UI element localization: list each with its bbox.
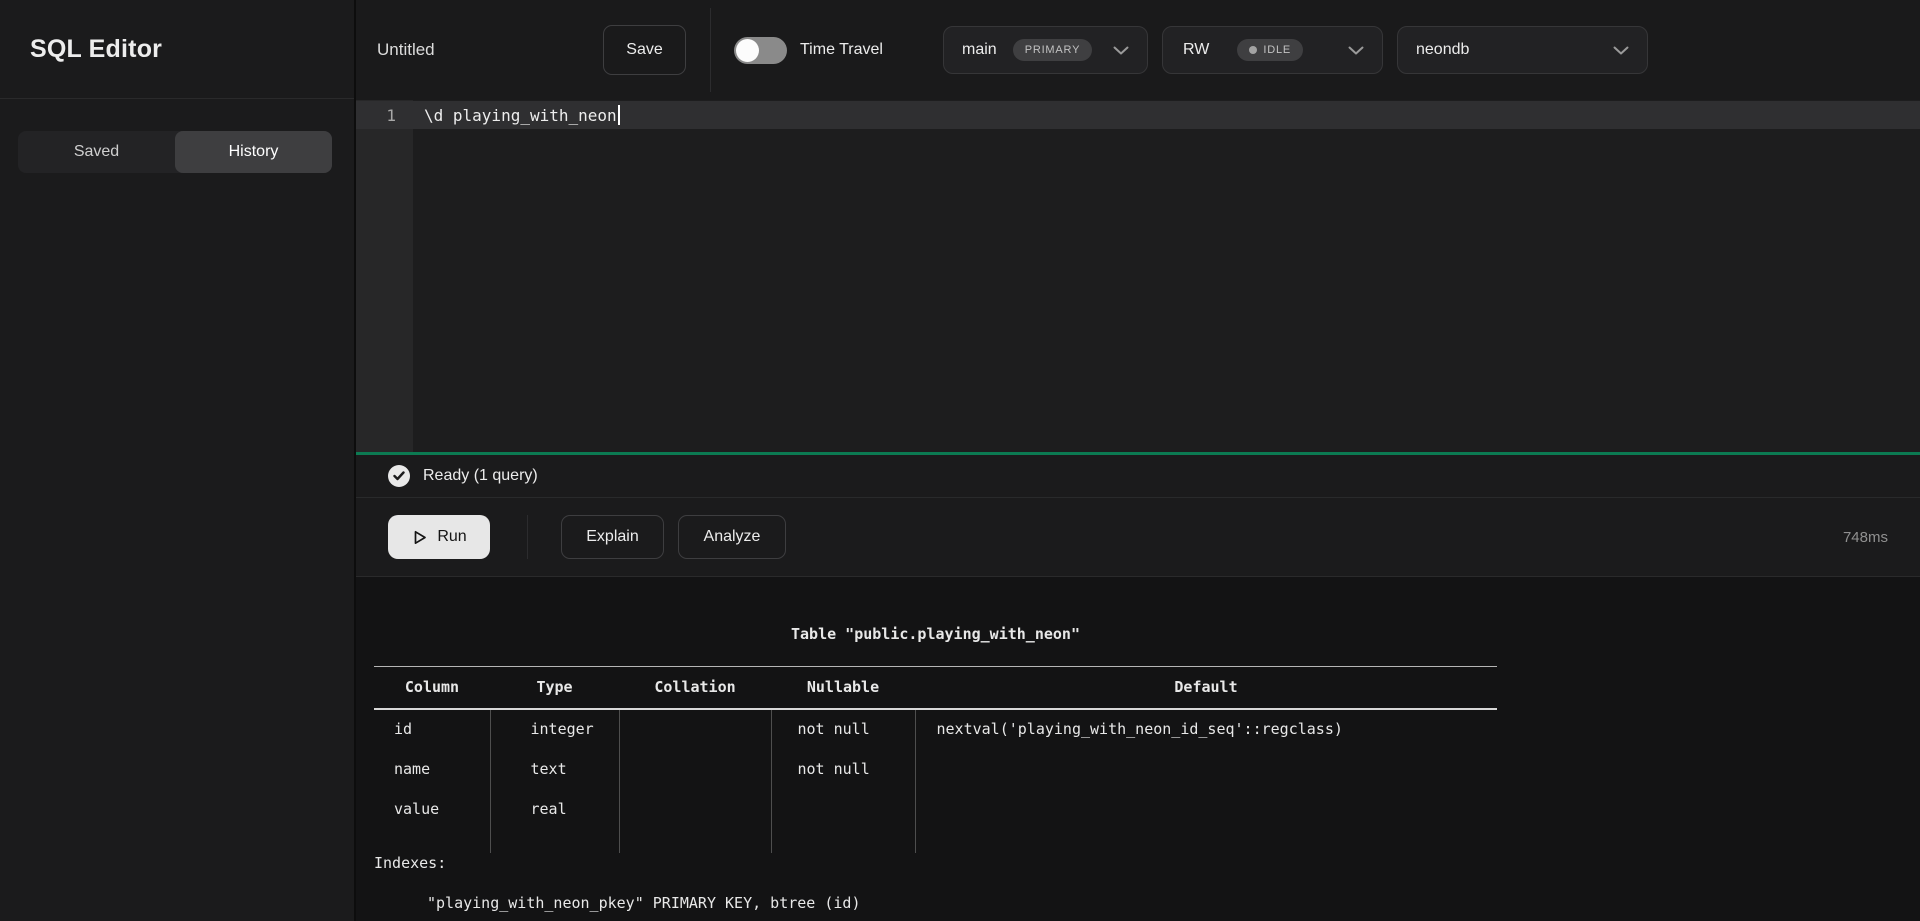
run-button[interactable]: Run [388, 515, 490, 559]
database-selector[interactable]: neondb [1397, 26, 1648, 74]
column-header: Default [915, 667, 1497, 709]
table-row: name text not null [374, 749, 1497, 789]
chevron-down-icon [1113, 46, 1129, 55]
text-cursor [618, 105, 620, 125]
time-travel-toggle[interactable] [734, 37, 787, 64]
check-circle-icon [388, 465, 410, 487]
explain-button[interactable]: Explain [561, 515, 664, 559]
result-table: Column Type Collation Nullable Default i… [374, 666, 1497, 853]
table-cell: value [374, 789, 490, 829]
table-cell: id [374, 709, 490, 749]
table-filler-row [374, 829, 1497, 853]
analyze-button[interactable]: Analyze [678, 515, 786, 559]
column-header: Type [490, 667, 619, 709]
main-panel: Untitled Save Time Travel main PRIMARY R… [354, 0, 1920, 921]
table-cell: real [490, 789, 619, 829]
chevron-down-icon [1348, 46, 1364, 55]
query-duration: 748ms [1843, 529, 1888, 546]
saved-history-tabs: Saved History [18, 131, 332, 173]
result-table-title: Table "public.playing_with_neon" [374, 624, 1497, 644]
branch-selector[interactable]: main PRIMARY [943, 26, 1148, 74]
code-text: \d playing_with_neon [424, 106, 617, 125]
results-panel: Table "public.playing_with_neon" Column … [356, 577, 1920, 921]
table-row: id integer not null nextval('playing_wit… [374, 709, 1497, 749]
compute-status-badge: IDLE [1237, 39, 1303, 61]
table-cell [619, 709, 771, 749]
table-cell [771, 789, 915, 829]
line-number: 1 [356, 106, 413, 125]
table-cell: not null [771, 749, 915, 789]
query-title: Untitled [377, 0, 435, 100]
table-cell: name [374, 749, 490, 789]
column-header: Collation [619, 667, 771, 709]
branch-name: main [962, 41, 997, 59]
sidebar: SQL Editor Saved History [0, 0, 354, 921]
chevron-down-icon [1613, 46, 1629, 55]
tab-history[interactable]: History [175, 131, 332, 173]
run-label: Run [437, 528, 466, 546]
compute-status: IDLE [1263, 44, 1291, 56]
table-cell: not null [771, 709, 915, 749]
table-row: value real [374, 789, 1497, 829]
sidebar-header: SQL Editor [0, 0, 354, 99]
save-button[interactable]: Save [603, 25, 686, 75]
table-cell: text [490, 749, 619, 789]
status-message: Ready (1 query) [423, 467, 538, 485]
table-cell [915, 789, 1497, 829]
time-travel-label: Time Travel [800, 0, 883, 100]
branch-primary-badge: PRIMARY [1013, 39, 1093, 61]
column-header: Nullable [771, 667, 915, 709]
tab-saved[interactable]: Saved [18, 131, 175, 173]
index-entry: "playing_with_neon_pkey" PRIMARY KEY, bt… [427, 893, 1920, 913]
table-header-row: Column Type Collation Nullable Default [374, 667, 1497, 709]
compute-selector[interactable]: RW IDLE [1162, 26, 1383, 74]
table-cell: nextval('playing_with_neon_id_seq'::regc… [915, 709, 1497, 749]
topbar: Untitled Save Time Travel main PRIMARY R… [356, 0, 1920, 100]
topbar-divider [710, 8, 711, 92]
table-cell [619, 789, 771, 829]
idle-dot-icon [1249, 46, 1257, 54]
table-cell [619, 749, 771, 789]
page-title: SQL Editor [30, 35, 162, 64]
indexes-label: Indexes: [374, 853, 1920, 873]
table-cell: integer [490, 709, 619, 749]
editor-gutter [356, 100, 413, 452]
database-name: neondb [1416, 41, 1469, 59]
action-bar: Run Explain Analyze 748ms [356, 498, 1920, 577]
sql-editor-area[interactable]: 1 \d playing_with_neon [356, 100, 1920, 452]
toggle-knob [736, 39, 759, 62]
code-line-1[interactable]: 1 \d playing_with_neon [356, 101, 1920, 129]
table-cell [915, 749, 1497, 789]
compute-name: RW [1183, 41, 1209, 59]
column-header: Column [374, 667, 490, 709]
action-divider [527, 515, 528, 559]
status-bar: Ready (1 query) [356, 455, 1920, 498]
play-icon [411, 529, 428, 546]
